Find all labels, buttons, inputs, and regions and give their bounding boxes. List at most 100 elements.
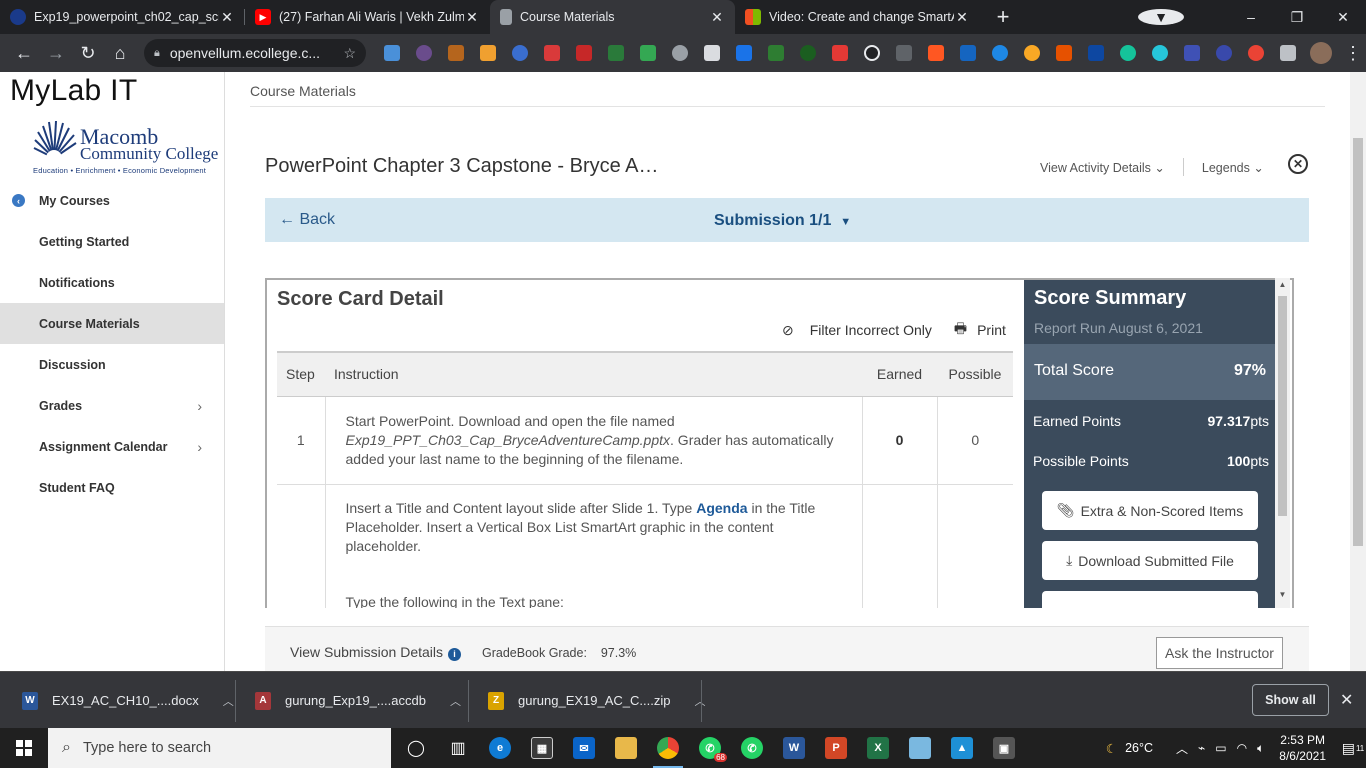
ask-instructor-button[interactable]: Ask the Instructor xyxy=(1156,637,1283,669)
view-submission-details-link[interactable]: View Submission Details i xyxy=(290,644,462,661)
cortana-icon[interactable]: ◯ xyxy=(395,728,437,768)
download-item[interactable]: A gurung_Exp19_....accdb ︿ xyxy=(255,672,461,729)
extra-non-scored-button[interactable]: 📎︎ Extra & Non-Scored Items xyxy=(1042,491,1258,530)
extension-icon[interactable] xyxy=(544,45,560,61)
browser-tab-active[interactable]: Course Materials ✕ xyxy=(490,0,735,34)
print-icon[interactable]: 🖶 xyxy=(954,318,967,342)
extension-icon[interactable] xyxy=(1184,45,1200,61)
filter-incorrect-link[interactable]: Filter Incorrect Only xyxy=(810,322,932,338)
filter-circle-slash-icon[interactable]: ⊘ xyxy=(782,322,794,339)
forward-arrow-icon[interactable]: → xyxy=(40,37,72,69)
extension-icon[interactable] xyxy=(896,45,912,61)
close-icon[interactable]: ✕ xyxy=(1340,690,1353,710)
tab-close-icon[interactable]: ✕ xyxy=(219,9,235,26)
scroll-up-icon[interactable]: ▲ xyxy=(1275,280,1290,289)
sidebar-item-student-faq[interactable]: Student FAQ xyxy=(0,467,224,508)
scrollbar-thumb[interactable] xyxy=(1278,296,1287,516)
summary-button-partial[interactable] xyxy=(1042,591,1258,608)
info-icon[interactable]: i xyxy=(448,648,462,661)
profile-avatar[interactable] xyxy=(1310,42,1332,64)
extension-icon[interactable] xyxy=(832,45,848,61)
word-icon[interactable]: W xyxy=(773,728,815,768)
extension-icon[interactable] xyxy=(800,45,816,61)
windows-start-button[interactable] xyxy=(0,728,48,768)
whatsapp-icon[interactable]: ✆ 68 xyxy=(689,728,731,768)
sidebar-item-my-courses[interactable]: ‹ My Courses xyxy=(0,180,224,221)
scroll-down-icon[interactable]: ▼ xyxy=(1275,590,1290,599)
battery-icon[interactable]: ▭ xyxy=(1215,741,1226,755)
extension-icon[interactable] xyxy=(416,45,432,61)
print-link[interactable]: Print xyxy=(977,322,1006,338)
home-icon[interactable]: ⌂ xyxy=(104,37,136,69)
download-submitted-file-button[interactable]: ⤓ Download Submitted File xyxy=(1042,541,1258,580)
store-icon[interactable]: ▦ xyxy=(521,728,563,768)
puzzle-icon[interactable] xyxy=(1280,45,1296,61)
view-activity-details-link[interactable]: View Activity Details ⌄ xyxy=(1040,160,1165,175)
extension-icon[interactable] xyxy=(736,45,752,61)
menu-kebab-icon[interactable]: ⋮ xyxy=(1344,43,1362,64)
sidebar-item-getting-started[interactable]: Getting Started xyxy=(0,221,224,262)
excel-icon[interactable]: X xyxy=(857,728,899,768)
whatsapp-icon[interactable]: ✆ xyxy=(731,728,773,768)
extension-icon[interactable] xyxy=(512,45,528,61)
volume-icon[interactable]: 🔈︎ xyxy=(1257,741,1264,756)
extension-icon[interactable] xyxy=(704,45,720,61)
notepad-icon[interactable] xyxy=(899,728,941,768)
new-tab-button[interactable]: + xyxy=(988,0,1018,34)
address-bar[interactable]: 🔒︎ openvellum.ecollege.c... ☆ xyxy=(144,39,366,67)
minimize-button[interactable]: – xyxy=(1228,9,1274,25)
chevron-up-icon[interactable]: ︿ xyxy=(450,693,461,709)
chevron-up-icon[interactable]: ︿ xyxy=(223,693,234,709)
extension-icon[interactable] xyxy=(480,45,496,61)
reload-icon[interactable]: ↻ xyxy=(72,37,104,69)
page-scrollbar[interactable] xyxy=(1350,72,1366,671)
extension-icon[interactable] xyxy=(608,45,624,61)
tab-close-icon[interactable]: ✕ xyxy=(464,9,480,26)
system-clock[interactable]: 2:53 PM 8/6/2021 xyxy=(1279,732,1326,764)
wifi-icon[interactable]: ◠ xyxy=(1237,741,1247,755)
browser-tab[interactable]: Exp19_powerpoint_ch02_cap_scie ✕ xyxy=(0,0,245,34)
sidebar-item-notifications[interactable]: Notifications xyxy=(0,262,224,303)
chrome-icon[interactable] xyxy=(647,728,689,768)
browser-tab[interactable]: Video: Create and change SmartA ✕ xyxy=(735,0,980,34)
score-card-scrollbar[interactable]: ▲ ▼ xyxy=(1275,278,1290,608)
browser-tab[interactable]: ▶ (27) Farhan Ali Waris | Vekh Zulm ✕ xyxy=(245,0,490,34)
restore-button[interactable]: ❐ xyxy=(1274,9,1320,26)
video-editor-icon[interactable]: ▣ xyxy=(983,728,1025,768)
extension-icon[interactable] xyxy=(448,45,464,61)
extension-icon[interactable] xyxy=(1024,45,1040,61)
legends-link[interactable]: Legends ⌄ xyxy=(1202,160,1264,175)
submission-selector[interactable]: Submission 1/1 ▼ xyxy=(714,212,851,230)
sidebar-item-grades[interactable]: Grades › xyxy=(0,385,224,426)
breadcrumb[interactable]: Course Materials xyxy=(250,83,356,99)
scrollbar-thumb[interactable] xyxy=(1353,138,1363,546)
tab-close-icon[interactable]: ✕ xyxy=(709,9,725,26)
tab-search-icon[interactable]: ▼ xyxy=(1138,9,1184,25)
back-link[interactable]: ← Back xyxy=(279,211,335,229)
extension-icon[interactable] xyxy=(576,45,592,61)
bookmark-star-icon[interactable]: ☆ xyxy=(343,45,356,62)
file-explorer-icon[interactable] xyxy=(605,728,647,768)
taskbar-search-input[interactable]: ⌕ Type here to search xyxy=(48,728,391,768)
extension-icon[interactable] xyxy=(1216,45,1232,61)
extension-icon[interactable] xyxy=(1088,45,1104,61)
chevron-up-icon[interactable]: ︿ xyxy=(694,693,705,709)
extension-icon[interactable] xyxy=(1056,45,1072,61)
network-status-icon[interactable]: ⌁ xyxy=(1198,741,1205,755)
extension-icon[interactable] xyxy=(1248,45,1264,61)
extension-icon[interactable] xyxy=(864,45,880,61)
download-item[interactable]: Z gurung_EX19_AC_C....zip ︿ xyxy=(488,672,705,729)
download-item[interactable]: W EX19_AC_CH10_....docx ︿ xyxy=(22,672,234,729)
powerpoint-icon[interactable]: P xyxy=(815,728,857,768)
chevron-up-icon[interactable]: ︿ xyxy=(1176,740,1188,757)
task-view-icon[interactable]: ▥ xyxy=(437,728,479,768)
extension-icon[interactable] xyxy=(640,45,656,61)
extension-icon[interactable] xyxy=(928,45,944,61)
extension-icon[interactable] xyxy=(1120,45,1136,61)
sidebar-item-discussion[interactable]: Discussion xyxy=(0,344,224,385)
sidebar-item-assignment-calendar[interactable]: Assignment Calendar › xyxy=(0,426,224,467)
extension-icon[interactable] xyxy=(960,45,976,61)
edge-icon[interactable]: e xyxy=(479,728,521,768)
weather-widget[interactable]: ☾ 26°C xyxy=(1106,741,1153,756)
mail-icon[interactable]: ✉ xyxy=(563,728,605,768)
